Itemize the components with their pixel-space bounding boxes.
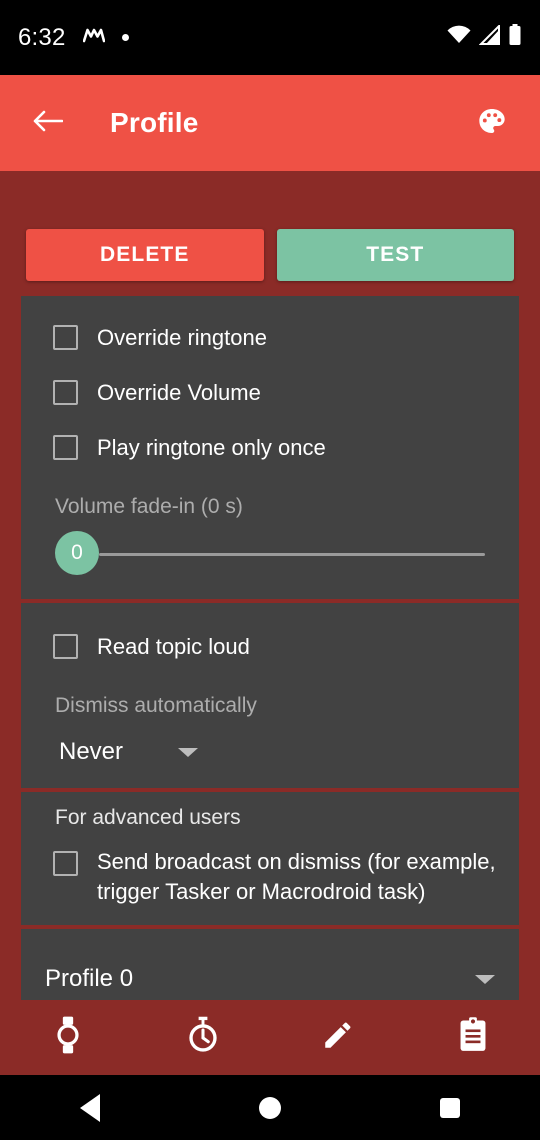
arrow-back-icon [33,109,64,138]
checkbox-label-send-broadcast: Send broadcast on dismiss (for example, … [97,849,496,904]
profile-selector-card: Profile 0 [21,929,519,1000]
dismiss-settings-card: Read topic loud Dismiss automatically Ne… [21,603,519,788]
checkbox-override-volume[interactable] [53,380,78,405]
advanced-settings-card: For advanced users Send broadcast on dis… [21,792,519,925]
app-bar: Profile [0,75,540,171]
pencil-icon [321,1018,355,1057]
system-back-button[interactable] [0,1093,180,1122]
system-recents-button[interactable] [360,1097,540,1118]
advanced-users-header: For advanced users [55,806,241,829]
nav-item-edit[interactable] [270,1000,405,1075]
sound-settings-card: Override ringtone Override Volume Play r… [21,296,519,599]
page-title: Profile [110,107,199,138]
checkbox-row-read-topic-loud[interactable]: Read topic loud [21,619,519,674]
theme-color-button[interactable] [468,99,516,147]
profile-dropdown-value: Profile 0 [45,965,134,992]
slider-track[interactable] [99,553,485,556]
checkbox-row-override-volume[interactable]: Override Volume [21,365,519,420]
clipboard-icon [457,1017,489,1058]
phone-screen: 6:32 Profile DELETE TEST Override ringto… [0,0,540,1140]
bottom-navigation [0,1000,540,1075]
content-area: DELETE TEST Override ringtone Override V… [0,171,540,1000]
wifi-icon [446,25,472,50]
system-navigation-bar [0,1075,540,1140]
nav-item-stopwatch[interactable] [135,1000,270,1075]
back-button[interactable] [24,99,72,147]
checkbox-read-topic-loud[interactable] [53,634,78,659]
back-triangle-icon [80,1093,100,1122]
checkbox-row-send-broadcast[interactable]: Send broadcast on dismiss (for example, … [21,830,519,907]
checkbox-label-override-ringtone: Override ringtone [97,324,267,350]
checkbox-row-play-ringtone-once[interactable]: Play ringtone only once [21,420,519,475]
status-bar-clock: 6:32 [18,23,66,51]
action-buttons: DELETE TEST [0,171,540,281]
checkbox-label-override-volume: Override Volume [97,379,261,405]
dismiss-automatically-dropdown[interactable]: Never [21,718,519,766]
volume-fade-in-slider[interactable]: 0 [55,531,485,577]
status-bar-left: 6:32 [18,24,129,52]
chevron-down-icon [178,747,199,757]
chevron-down-icon [475,974,495,984]
status-bar: 6:32 [0,0,540,75]
status-bar-right [446,23,522,51]
checkbox-label-read-topic-loud: Read topic loud [97,633,250,659]
nav-item-tasks[interactable] [405,1000,540,1075]
cellular-signal-icon [478,23,501,50]
settings-cards: Override ringtone Override Volume Play r… [21,296,519,1000]
notification-dot-icon [121,34,129,41]
dismiss-automatically-label: Dismiss automatically [55,694,257,717]
dismiss-automatically-value: Never [59,738,124,765]
stopwatch-icon [185,1016,221,1059]
volume-fade-in-label: Volume fade-in (0 s) [55,495,243,518]
slider-thumb[interactable]: 0 [55,531,99,575]
nav-item-watch[interactable] [0,1000,135,1075]
battery-icon [508,24,522,51]
delete-button[interactable]: DELETE [26,229,264,281]
checkbox-row-override-ringtone[interactable]: Override ringtone [21,310,519,365]
color-palette-icon [476,105,508,142]
watch-icon [51,1016,85,1059]
profile-dropdown[interactable]: Profile 0 [45,965,495,993]
checkbox-send-broadcast[interactable] [53,851,78,876]
system-home-button[interactable] [180,1096,360,1119]
checkbox-override-ringtone[interactable] [53,325,78,350]
home-circle-icon [259,1096,281,1119]
checkbox-play-ringtone-once[interactable] [53,435,78,460]
test-button[interactable]: TEST [276,229,514,281]
monzo-m-icon [82,27,105,48]
checkbox-label-play-ringtone-once: Play ringtone only once [97,434,326,460]
recents-square-icon [440,1097,460,1118]
